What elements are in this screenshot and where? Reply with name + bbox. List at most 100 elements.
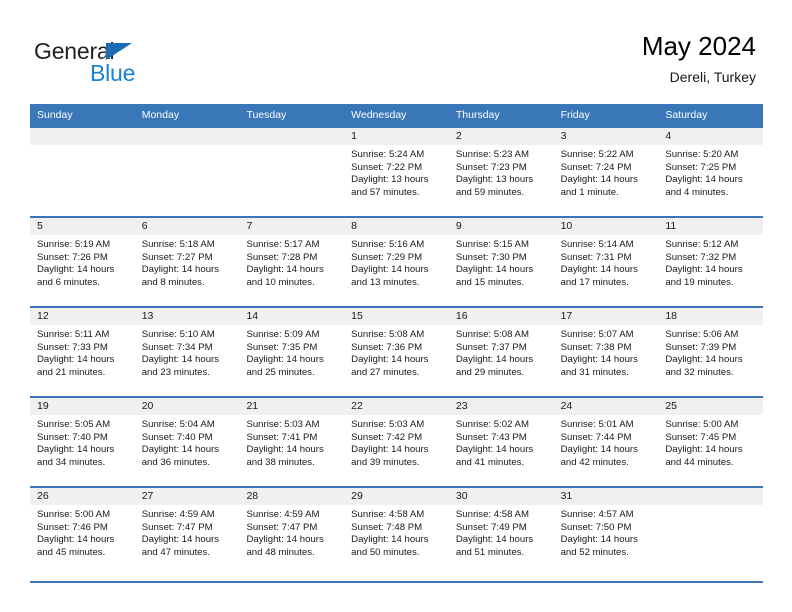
week-row: 1 Sunrise: 5:24 AM Sunset: 7:22 PM Dayli… bbox=[30, 126, 764, 216]
sunset-text: Sunset: 7:27 PM bbox=[141, 251, 213, 263]
daylight-text-line1: Daylight: 14 hours bbox=[141, 534, 220, 546]
day-cell[interactable]: 27 Sunrise: 4:59 AM Sunset: 7:47 PM Dayl… bbox=[134, 488, 240, 576]
day-number: 1 bbox=[344, 128, 449, 145]
daylight-text-line1: Daylight: 14 hours bbox=[665, 174, 743, 186]
day-info: Sunrise: 5:07 AM Sunset: 7:38 PM Dayligh… bbox=[554, 325, 659, 379]
week-row: 19 Sunrise: 5:05 AM Sunset: 7:40 PM Dayl… bbox=[30, 396, 764, 486]
day-cell[interactable]: 5 Sunrise: 5:19 AM Sunset: 7:26 PM Dayli… bbox=[30, 218, 135, 306]
day-number: 10 bbox=[553, 218, 659, 235]
day-cell[interactable]: 17 Sunrise: 5:07 AM Sunset: 7:38 PM Dayl… bbox=[553, 308, 659, 396]
sunrise-text: Sunrise: 5:03 AM bbox=[246, 419, 320, 430]
day-number: 3 bbox=[553, 128, 659, 145]
day-info: Sunrise: 5:00 AM Sunset: 7:45 PM Dayligh… bbox=[658, 415, 763, 469]
daylight-text-line2: and 13 minutes. bbox=[351, 276, 420, 288]
day-info: Sunrise: 4:58 AM Sunset: 7:48 PM Dayligh… bbox=[344, 505, 449, 559]
sunrise-text: Sunrise: 5:09 AM bbox=[246, 329, 320, 340]
day-number: 14 bbox=[239, 308, 345, 325]
blue-triangle-logo-icon bbox=[106, 43, 132, 60]
day-cell[interactable]: 10 Sunrise: 5:14 AM Sunset: 7:31 PM Dayl… bbox=[553, 218, 659, 306]
day-cell[interactable]: 8 Sunrise: 5:16 AM Sunset: 7:29 PM Dayli… bbox=[344, 218, 449, 306]
daylight-text-line2: and 32 minutes. bbox=[665, 366, 734, 378]
day-cell[interactable]: 12 Sunrise: 5:11 AM Sunset: 7:33 PM Dayl… bbox=[30, 308, 135, 396]
day-cell[interactable]: 6 Sunrise: 5:18 AM Sunset: 7:27 PM Dayli… bbox=[134, 218, 240, 306]
day-number: 4 bbox=[658, 128, 764, 145]
daylight-text-line2: and 51 minutes. bbox=[455, 546, 525, 558]
day-info: Sunrise: 5:20 AM Sunset: 7:25 PM Dayligh… bbox=[658, 145, 763, 199]
day-info: Sunrise: 4:57 AM Sunset: 7:50 PM Dayligh… bbox=[554, 505, 659, 559]
sunrise-text: Sunrise: 5:05 AM bbox=[37, 419, 111, 430]
day-number: 17 bbox=[553, 308, 659, 325]
calendar-bottom-rule bbox=[30, 581, 763, 583]
day-cell[interactable] bbox=[658, 488, 764, 576]
sunrise-text: Sunrise: 5:10 AM bbox=[141, 329, 215, 340]
day-cell[interactable]: 23 Sunrise: 5:02 AM Sunset: 7:43 PM Dayl… bbox=[448, 398, 554, 486]
general-blue-logo[interactable]: General Blue bbox=[34, 38, 254, 90]
day-info: Sunrise: 5:04 AM Sunset: 7:40 PM Dayligh… bbox=[135, 415, 240, 469]
daylight-text-line2: and 31 minutes. bbox=[560, 366, 629, 378]
day-number: 2 bbox=[448, 128, 554, 145]
day-cell[interactable]: 19 Sunrise: 5:05 AM Sunset: 7:40 PM Dayl… bbox=[30, 398, 135, 486]
day-number: 23 bbox=[448, 398, 554, 415]
day-cell[interactable] bbox=[239, 128, 345, 216]
day-info: Sunrise: 5:09 AM Sunset: 7:35 PM Dayligh… bbox=[239, 325, 344, 379]
daylight-text-line1: Daylight: 13 hours bbox=[455, 174, 534, 186]
logo-text-blue: Blue bbox=[90, 60, 136, 86]
daylight-text-line2: and 21 minutes. bbox=[37, 366, 106, 378]
day-number: 21 bbox=[239, 398, 345, 415]
day-cell[interactable]: 3 Sunrise: 5:22 AM Sunset: 7:24 PM Dayli… bbox=[553, 128, 659, 216]
day-cell[interactable]: 29 Sunrise: 4:58 AM Sunset: 7:48 PM Dayl… bbox=[344, 488, 449, 576]
sunrise-text: Sunrise: 5:12 AM bbox=[665, 239, 739, 250]
day-cell[interactable]: 24 Sunrise: 5:01 AM Sunset: 7:44 PM Dayl… bbox=[553, 398, 659, 486]
sunset-text: Sunset: 7:31 PM bbox=[560, 251, 632, 263]
daylight-text-line2: and 25 minutes. bbox=[246, 366, 315, 378]
daylight-text-line2: and 47 minutes. bbox=[141, 546, 210, 558]
day-cell[interactable]: 22 Sunrise: 5:03 AM Sunset: 7:42 PM Dayl… bbox=[344, 398, 449, 486]
day-cell[interactable]: 26 Sunrise: 5:00 AM Sunset: 7:46 PM Dayl… bbox=[30, 488, 135, 576]
day-cell[interactable]: 16 Sunrise: 5:08 AM Sunset: 7:37 PM Dayl… bbox=[448, 308, 554, 396]
day-cell[interactable]: 9 Sunrise: 5:15 AM Sunset: 7:30 PM Dayli… bbox=[448, 218, 554, 306]
day-cell[interactable]: 30 Sunrise: 4:58 AM Sunset: 7:49 PM Dayl… bbox=[448, 488, 554, 576]
day-cell[interactable]: 13 Sunrise: 5:10 AM Sunset: 7:34 PM Dayl… bbox=[134, 308, 240, 396]
sunset-text: Sunset: 7:39 PM bbox=[665, 341, 737, 353]
weekday-header-thursday: Thursday bbox=[455, 109, 500, 121]
day-number: 9 bbox=[448, 218, 554, 235]
day-info: Sunrise: 5:18 AM Sunset: 7:27 PM Dayligh… bbox=[135, 235, 240, 289]
day-cell[interactable]: 1 Sunrise: 5:24 AM Sunset: 7:22 PM Dayli… bbox=[344, 128, 449, 216]
day-number: 30 bbox=[448, 488, 554, 505]
daylight-text-line1: Daylight: 14 hours bbox=[455, 354, 534, 366]
day-cell[interactable] bbox=[30, 128, 135, 216]
daylight-text-line1: Daylight: 14 hours bbox=[246, 354, 324, 366]
day-cell[interactable]: 18 Sunrise: 5:06 AM Sunset: 7:39 PM Dayl… bbox=[658, 308, 764, 396]
sunrise-text: Sunrise: 5:00 AM bbox=[37, 509, 111, 520]
sunrise-text: Sunrise: 4:59 AM bbox=[141, 509, 215, 520]
daylight-text-line2: and 42 minutes. bbox=[560, 456, 629, 468]
masthead: General Blue May 2024 Dereli, Turkey bbox=[0, 0, 792, 104]
day-cell[interactable]: 28 Sunrise: 4:59 AM Sunset: 7:47 PM Dayl… bbox=[239, 488, 345, 576]
sunrise-text: Sunrise: 4:57 AM bbox=[560, 509, 634, 520]
daylight-text-line2: and 1 minute. bbox=[560, 186, 619, 198]
day-number: 13 bbox=[134, 308, 240, 325]
sunset-text: Sunset: 7:50 PM bbox=[560, 521, 632, 533]
day-number: 18 bbox=[658, 308, 764, 325]
day-cell[interactable]: 2 Sunrise: 5:23 AM Sunset: 7:23 PM Dayli… bbox=[448, 128, 554, 216]
day-cell[interactable]: 7 Sunrise: 5:17 AM Sunset: 7:28 PM Dayli… bbox=[239, 218, 345, 306]
day-cell[interactable] bbox=[134, 128, 240, 216]
sunset-text: Sunset: 7:22 PM bbox=[351, 161, 423, 173]
day-cell[interactable]: 4 Sunrise: 5:20 AM Sunset: 7:25 PM Dayli… bbox=[658, 128, 764, 216]
day-cell[interactable]: 11 Sunrise: 5:12 AM Sunset: 7:32 PM Dayl… bbox=[658, 218, 764, 306]
daylight-text-line1: Daylight: 14 hours bbox=[37, 444, 115, 456]
sunrise-text: Sunrise: 5:15 AM bbox=[455, 239, 529, 250]
day-number bbox=[30, 128, 135, 145]
day-number: 29 bbox=[344, 488, 449, 505]
day-number: 28 bbox=[239, 488, 345, 505]
daylight-text-line2: and 6 minutes. bbox=[37, 276, 100, 288]
day-number: 20 bbox=[134, 398, 240, 415]
day-cell[interactable]: 21 Sunrise: 5:03 AM Sunset: 7:41 PM Dayl… bbox=[239, 398, 345, 486]
day-cell[interactable]: 14 Sunrise: 5:09 AM Sunset: 7:35 PM Dayl… bbox=[239, 308, 345, 396]
daylight-text-line1: Daylight: 14 hours bbox=[37, 264, 115, 276]
day-cell[interactable]: 15 Sunrise: 5:08 AM Sunset: 7:36 PM Dayl… bbox=[344, 308, 449, 396]
day-cell[interactable]: 20 Sunrise: 5:04 AM Sunset: 7:40 PM Dayl… bbox=[134, 398, 240, 486]
day-cell[interactable]: 31 Sunrise: 4:57 AM Sunset: 7:50 PM Dayl… bbox=[553, 488, 659, 576]
day-cell[interactable]: 25 Sunrise: 5:00 AM Sunset: 7:45 PM Dayl… bbox=[658, 398, 764, 486]
day-number: 24 bbox=[553, 398, 659, 415]
